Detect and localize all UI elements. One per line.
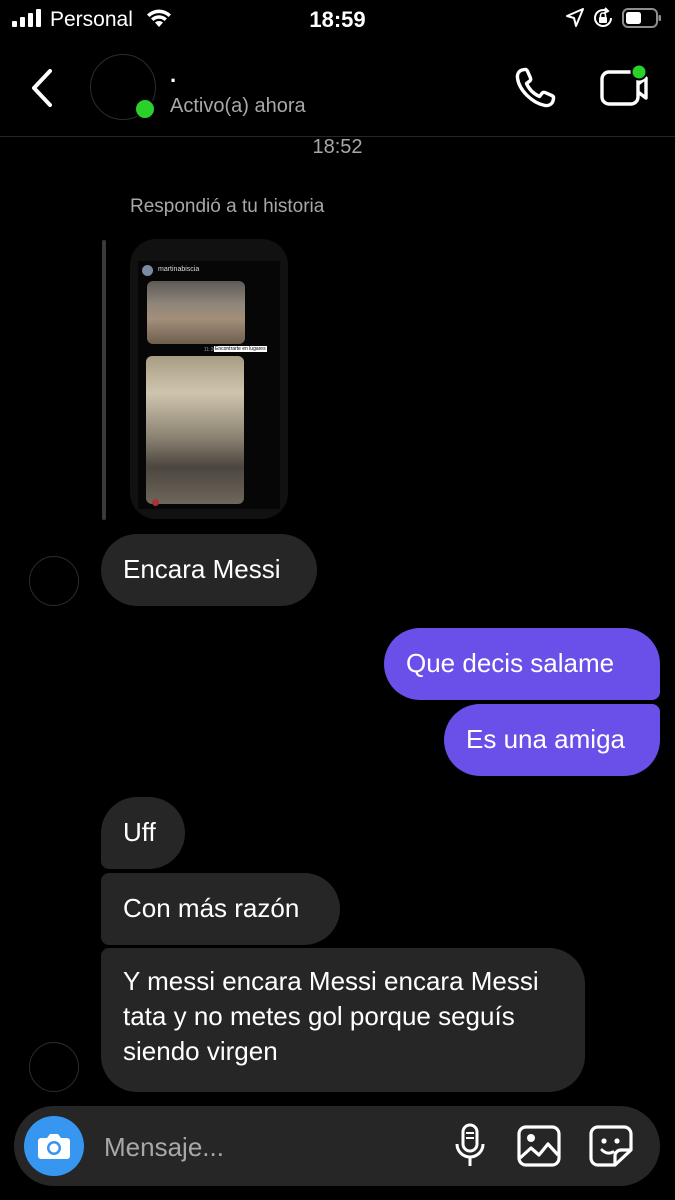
- contact-name[interactable]: .: [170, 62, 176, 88]
- sticker-icon: [589, 1125, 633, 1167]
- story-username: martinabiscia: [158, 266, 200, 273]
- contact-avatar[interactable]: [90, 54, 156, 120]
- sender-avatar[interactable]: [29, 1042, 79, 1092]
- message-bubble-incoming[interactable]: Con más razón: [101, 873, 340, 945]
- sender-avatar[interactable]: [29, 556, 79, 606]
- video-camera-icon: [600, 64, 648, 106]
- online-indicator: [134, 98, 156, 120]
- story-reply-label: Respondió a tu historia: [130, 196, 325, 217]
- voice-call-button[interactable]: [513, 66, 557, 110]
- message-bubble-incoming[interactable]: Uff: [101, 797, 185, 869]
- phone-icon: [515, 67, 556, 108]
- status-bar: Personal 18:59: [0, 0, 675, 40]
- camera-icon: [38, 1134, 70, 1159]
- video-call-button[interactable]: [598, 64, 650, 110]
- camera-button[interactable]: [24, 1116, 84, 1176]
- rotation-lock-icon: [594, 7, 612, 27]
- story-photo: [146, 356, 244, 504]
- gallery-button[interactable]: [516, 1124, 562, 1168]
- back-arrow-icon: [32, 69, 52, 107]
- location-icon: [566, 8, 584, 27]
- heart-icon: [152, 499, 159, 506]
- gallery-icon: [517, 1125, 561, 1167]
- reply-indicator-bar: [102, 240, 106, 520]
- story-preview: martinabiscia 11:20 Encontrarte en lugar…: [138, 261, 280, 509]
- message-timestamp: 18:52: [312, 136, 363, 158]
- message-bubble-incoming[interactable]: Y messi encara Messi encara Messi tata y…: [101, 948, 585, 1092]
- message-input[interactable]: [102, 1124, 436, 1170]
- story-photo: [147, 281, 245, 344]
- chat-header: . Activo(a) ahora: [0, 40, 675, 137]
- message-composer: [14, 1106, 660, 1186]
- voice-message-button[interactable]: [452, 1122, 488, 1170]
- message-bubble-outgoing[interactable]: Que decis salame: [384, 628, 660, 700]
- battery-icon: [622, 8, 661, 28]
- story-thumbnail[interactable]: martinabiscia 11:20 Encontrarte en lugar…: [130, 239, 288, 519]
- back-button[interactable]: [22, 66, 62, 110]
- microphone-icon: [455, 1123, 485, 1166]
- story-caption: Encontrarte en lugares: [214, 346, 267, 352]
- story-user-avatar: [142, 265, 153, 276]
- message-bubble-incoming[interactable]: Encara Messi: [101, 534, 317, 606]
- sticker-button[interactable]: [588, 1124, 634, 1168]
- message-bubble-outgoing[interactable]: Es una amiga: [444, 704, 660, 776]
- contact-status: Activo(a) ahora: [170, 95, 306, 117]
